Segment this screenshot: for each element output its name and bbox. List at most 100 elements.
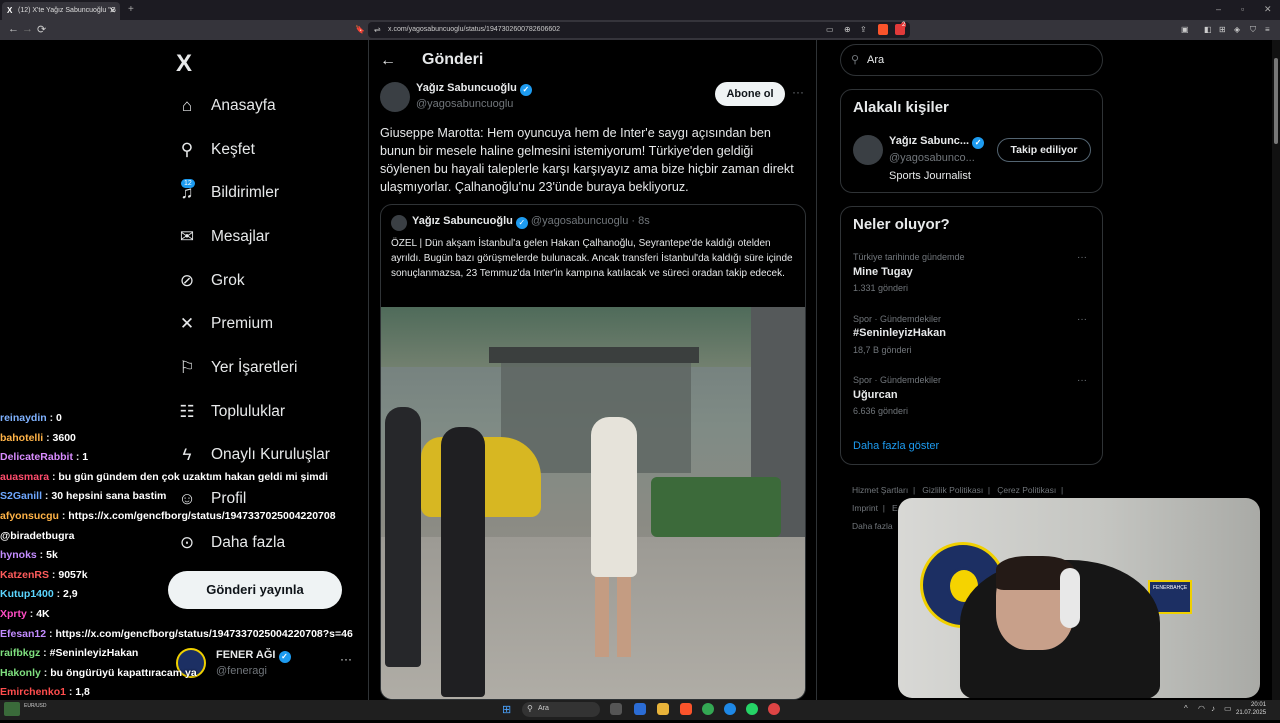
- app-icon[interactable]: [634, 703, 646, 715]
- share-icon[interactable]: ⇪: [860, 25, 867, 34]
- close-window-icon[interactable]: ✕: [1264, 4, 1272, 15]
- sidebar-item-grok[interactable]: ⊘ Grok: [176, 266, 245, 296]
- search-input[interactable]: ⚲ Ara: [840, 44, 1103, 76]
- trend-name[interactable]: Mine Tugay: [853, 266, 913, 278]
- brave-shield-icon[interactable]: [878, 24, 888, 35]
- sidebar-item-premium[interactable]: ✕ Premium: [176, 309, 273, 339]
- whatsapp-icon[interactable]: [746, 703, 758, 715]
- obs-icon[interactable]: [768, 703, 780, 715]
- sidebar-item-explore[interactable]: ⚲ Keşfet: [176, 135, 255, 165]
- sidebar-item-bookmarks[interactable]: ⚐ Yer İşaretleri: [176, 353, 297, 383]
- sidebar-item-label: Premium: [211, 315, 274, 332]
- close-tab-icon[interactable]: ✕: [109, 6, 116, 15]
- back-arrow-icon[interactable]: ←: [380, 52, 396, 70]
- quote-time: 8s: [638, 215, 650, 227]
- battery-icon[interactable]: ▭: [1224, 704, 1232, 713]
- tweet-photo[interactable]: [381, 307, 805, 699]
- minimize-icon[interactable]: –: [1216, 4, 1221, 14]
- author-handle[interactable]: @yagosabuncuoglu: [416, 98, 513, 110]
- photo-man-white: [591, 417, 637, 577]
- menu-icon[interactable]: ≡: [1265, 25, 1270, 34]
- trend-more-icon[interactable]: ···: [1077, 314, 1087, 325]
- weather-widget-icon[interactable]: [4, 702, 20, 716]
- sidebar-item-label: Anasayfa: [211, 97, 276, 114]
- related-handle[interactable]: @yagosabunco...: [889, 152, 975, 164]
- screenshot-icon[interactable]: ▭: [826, 25, 834, 34]
- tray-chevron-icon[interactable]: ^: [1184, 704, 1188, 713]
- brave-browser-icon[interactable]: [680, 703, 692, 715]
- x-logo-icon[interactable]: X: [176, 50, 192, 78]
- footer-link[interactable]: Imprint: [852, 503, 878, 513]
- chat-username: Efesan12: [0, 627, 47, 640]
- verified-icon: ✓: [972, 137, 985, 149]
- avatar[interactable]: [380, 82, 410, 112]
- bookmark-page-icon[interactable]: 🔖: [355, 25, 365, 34]
- related-name: Yağız Sabunc...: [889, 135, 970, 147]
- clock-date: 21.07.2025: [1236, 710, 1267, 716]
- taskbar-clock[interactable]: 20:01 21.07.2025: [1236, 701, 1266, 717]
- scrollbar-thumb[interactable]: [1274, 58, 1278, 144]
- extensions-icon[interactable]: ⊞: [1219, 25, 1226, 34]
- chat-username: Kutup1400: [0, 588, 54, 601]
- chat-username: auasmara: [0, 470, 50, 483]
- footer-link[interactable]: Hizmet Şartları: [852, 485, 908, 495]
- chat-text: https://x.com/gencfborg/status/194733702…: [68, 509, 336, 522]
- chat-separator: :: [65, 686, 76, 699]
- author-name-row[interactable]: Yağız Sabuncuoğlu ✓: [416, 82, 532, 96]
- trend-more-icon[interactable]: ···: [1077, 375, 1087, 386]
- edge-icon[interactable]: [724, 703, 736, 715]
- chat-text: 4K: [36, 607, 50, 620]
- shield-icon[interactable]: ⛉: [1250, 25, 1256, 35]
- page-scrollbar[interactable]: [1272, 40, 1280, 700]
- file-explorer-icon[interactable]: [657, 703, 669, 715]
- chat-message: S2Ganill : 30 hepsini sana bastim: [0, 487, 380, 507]
- forward-icon[interactable]: →: [22, 23, 33, 35]
- chat-username: bahotelli: [0, 431, 44, 444]
- wallet-icon[interactable]: ▣: [1181, 25, 1189, 34]
- chat-text: 5k: [46, 549, 58, 562]
- sidebar-item-label: Grok: [211, 272, 245, 289]
- windows-start-icon[interactable]: ⊞: [502, 703, 511, 716]
- following-button[interactable]: Takip ediliyor: [997, 138, 1091, 162]
- reload-icon[interactable]: ⟳: [37, 23, 46, 36]
- task-view-icon[interactable]: [610, 703, 622, 715]
- browser-tab[interactable]: X (12) X'te Yağız Sabuncuoğlu "G ✕: [2, 2, 120, 20]
- quote-header: Yağız Sabuncuoğlu ✓ @yagosabuncuoglu · 8s: [412, 215, 650, 229]
- search-icon: ⚲: [851, 54, 860, 66]
- url-bar[interactable]: ⇌ x.com/yagosabuncuoglu/status/194730260…: [368, 22, 910, 38]
- new-tab-button[interactable]: +: [128, 4, 134, 15]
- back-icon[interactable]: ←: [8, 23, 19, 35]
- trend-name[interactable]: #SeninleyizHakan: [853, 327, 946, 339]
- chrome-icon[interactable]: [702, 703, 714, 715]
- related-name-row[interactable]: Yağız Sabunc... ✓: [889, 135, 985, 149]
- verified-icon: ✓: [519, 84, 532, 96]
- chat-message: auasmara : bu gün gündem den çok uzaktım…: [0, 468, 380, 488]
- trend-name[interactable]: Uğurcan: [853, 389, 898, 401]
- chat-message: Efesan12 : https://x.com/gencfborg/statu…: [0, 625, 380, 645]
- trend-more-icon[interactable]: ···: [1077, 252, 1087, 263]
- chat-separator: :: [43, 431, 53, 444]
- footer-link[interactable]: E: [892, 503, 898, 513]
- sidebar-toggle-icon[interactable]: ◧: [1204, 25, 1212, 34]
- footer-link[interactable]: Çerez Politikası: [997, 485, 1056, 495]
- maximize-icon[interactable]: ▫: [1241, 4, 1244, 14]
- footer-link[interactable]: Gizlilik Politikası: [922, 485, 983, 495]
- more-icon[interactable]: ···: [792, 85, 804, 99]
- site-info-icon[interactable]: ⇌: [374, 25, 381, 34]
- zoom-icon[interactable]: ⊕: [844, 25, 851, 34]
- chat-separator: :: [40, 666, 51, 679]
- avatar[interactable]: [853, 135, 883, 165]
- show-more-link[interactable]: Daha fazla göster: [853, 440, 939, 452]
- footer-link[interactable]: Daha fazla: [852, 521, 893, 531]
- chat-username: Xprty: [0, 607, 27, 620]
- sidebar-item-messages[interactable]: ✉ Mesajlar: [176, 222, 270, 252]
- wifi-icon[interactable]: ◠: [1198, 704, 1205, 713]
- vpn-icon[interactable]: ◈: [1234, 25, 1240, 34]
- subscribe-button[interactable]: Abone ol: [715, 82, 785, 106]
- sidebar-item-home[interactable]: ⌂ Anasayfa: [176, 91, 276, 121]
- chat-separator: :: [36, 549, 47, 562]
- volume-icon[interactable]: ♪: [1211, 704, 1215, 713]
- browser-toolbar: ← → ⟳ 🔖 ⇌ x.com/yagosabuncuoglu/status/1…: [0, 20, 1280, 40]
- taskbar-search[interactable]: ⚲ Ara: [522, 702, 600, 717]
- quoted-tweet[interactable]: Yağız Sabuncuoğlu ✓ @yagosabuncuoglu · 8s…: [380, 204, 806, 700]
